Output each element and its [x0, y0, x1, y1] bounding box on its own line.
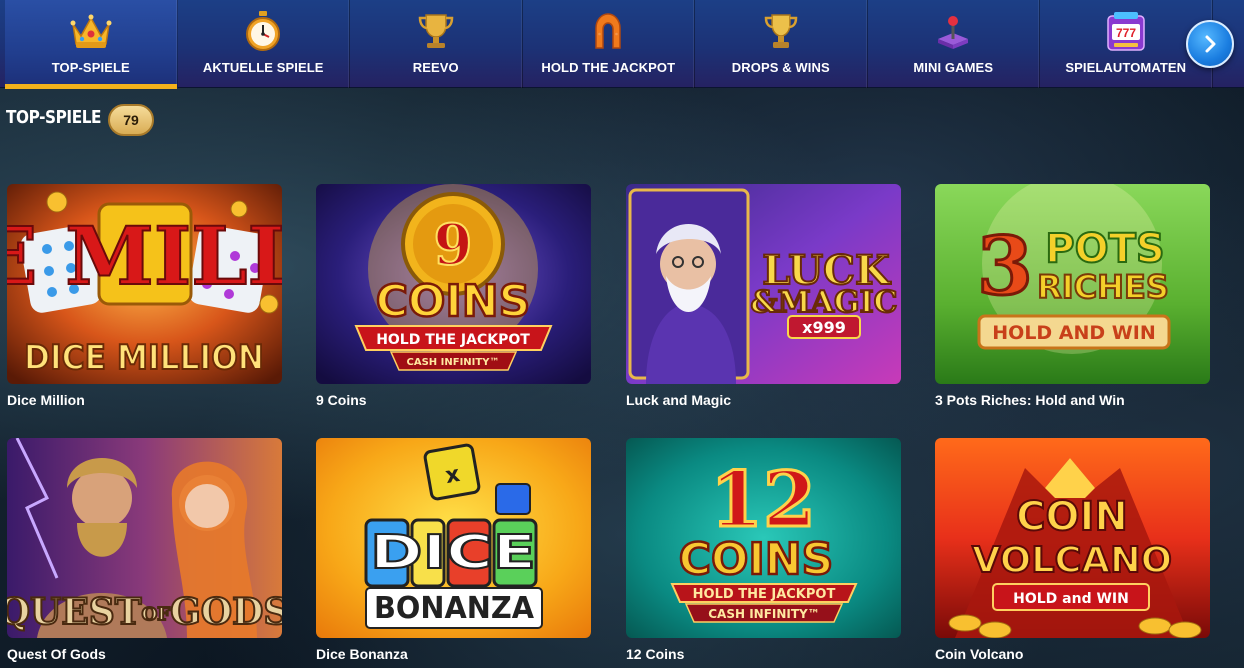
art-text: CASH INFINITY™: [407, 357, 500, 368]
game-title[interactable]: 3 Pots Riches: Hold and Win: [935, 392, 1210, 408]
art-text: HOLD and WIN: [1013, 591, 1129, 607]
nav-label: DROPS & WINS: [731, 60, 830, 75]
art-text: DICE MILLION: [7, 209, 282, 303]
nav-label: TOP-SPIELE: [51, 60, 130, 75]
art-text: RICHES: [1037, 268, 1169, 306]
game-title[interactable]: Dice Million: [7, 392, 282, 408]
art-text: VOLCANO: [972, 540, 1172, 581]
joystick-icon: [931, 10, 975, 52]
game-thumbnail[interactable]: QUESTOFGODS: [7, 438, 282, 638]
nav-next-button[interactable]: [1186, 20, 1234, 68]
game-card-9-coins[interactable]: 9 COINS HOLD THE JACKPOT CASH INFINITY™ …: [316, 184, 591, 408]
art-text: DICE: [370, 525, 536, 579]
game-card-dice-million[interactable]: DICE MILLION DICE MILLION Dice Million: [7, 184, 282, 408]
art-text: HOLD AND WIN: [992, 322, 1155, 344]
game-thumbnail[interactable]: LUCK &MAGIC x999: [626, 184, 901, 384]
art-text: COINS: [376, 276, 531, 327]
nav-item-top-spiele[interactable]: TOP-SPIELE: [5, 0, 178, 89]
nav-label: REEVO: [412, 60, 459, 75]
horseshoe-icon: [586, 10, 630, 52]
stopwatch-icon: [241, 10, 285, 52]
art-text: 12: [710, 455, 816, 544]
nav-item-mini-games[interactable]: MINI GAMES: [868, 0, 1040, 88]
art-text: 3: [977, 219, 1033, 313]
nav-item-reevo[interactable]: REEVO: [350, 0, 523, 88]
game-card-12-coins[interactable]: 12 COINS HOLD THE JACKPOT CASH INFINITY™…: [626, 438, 901, 662]
nav-item-drops-wins[interactable]: DROPS & WINS: [695, 0, 868, 88]
nav-label: AKTUELLE SPIELE: [202, 60, 324, 75]
section-title: TOP-SPIELE: [6, 107, 102, 128]
game-card-luck-and-magic[interactable]: LUCK &MAGIC x999 Luck and Magic: [626, 184, 901, 408]
game-thumbnail[interactable]: x DICE BONANZA: [316, 438, 591, 638]
nav-label: MINI GAMES: [913, 60, 994, 75]
chevron-right-icon: [1205, 35, 1216, 53]
art-text: 9: [434, 212, 473, 278]
nav-label: HOLD THE JACKPOT: [541, 60, 676, 75]
slot-machine-icon: 777: [1104, 10, 1148, 52]
art-text: DICE MILLION: [24, 338, 264, 378]
game-thumbnail[interactable]: COIN VOLCANO HOLD and WIN: [935, 438, 1210, 638]
game-thumbnail[interactable]: 3 POTS RICHES HOLD AND WIN: [935, 184, 1210, 384]
game-thumbnail[interactable]: 9 COINS HOLD THE JACKPOT CASH INFINITY™: [316, 184, 591, 384]
game-title[interactable]: Dice Bonanza: [316, 646, 591, 662]
game-title[interactable]: 9 Coins: [316, 392, 591, 408]
game-thumbnail[interactable]: DICE MILLION DICE MILLION: [7, 184, 282, 384]
game-card-3-pots-riches[interactable]: 3 POTS RICHES HOLD AND WIN 3 Pots Riches…: [935, 184, 1210, 408]
trophy-icon: [414, 10, 458, 52]
art-text: COIN: [1016, 494, 1128, 540]
nav-item-hold-the-jackpot[interactable]: HOLD THE JACKPOT: [523, 0, 695, 88]
art-text: CASH INFINITY™: [708, 607, 820, 621]
trophy-cup-icon: [759, 10, 803, 52]
game-card-quest-of-gods[interactable]: QUESTOFGODS Quest Of Gods: [7, 438, 282, 662]
category-nav: TOP-SPIELE AKTUELLE SPIELE REEVO HOLD TH…: [0, 0, 1244, 89]
art-text: &MAGIC: [750, 285, 897, 320]
crown-icon: [69, 10, 113, 52]
game-card-dice-bonanza[interactable]: x DICE BONANZA Dice Bonanza: [316, 438, 591, 662]
game-count-badge: 79: [108, 104, 154, 136]
art-text: OF: [142, 604, 171, 625]
art-text: QUEST: [7, 591, 142, 633]
nav-label: SPIELAUTOMATEN: [1065, 60, 1187, 75]
game-title[interactable]: 12 Coins: [626, 646, 901, 662]
game-title[interactable]: Luck and Magic: [626, 392, 901, 408]
art-text: POTS: [1045, 226, 1164, 272]
game-card-coin-volcano[interactable]: COIN VOLCANO HOLD and WIN Coin Volcano: [935, 438, 1210, 662]
game-title[interactable]: Quest Of Gods: [7, 646, 282, 662]
nav-item-aktuelle-spiele[interactable]: AKTUELLE SPIELE: [178, 0, 350, 88]
art-text: BONANZA: [374, 591, 535, 626]
art-text: HOLD THE JACKPOT: [693, 587, 836, 602]
game-title[interactable]: Coin Volcano: [935, 646, 1210, 662]
art-text: HOLD THE JACKPOT: [376, 332, 530, 348]
art-text: x999: [802, 318, 846, 337]
art-text: COINS: [679, 534, 834, 585]
game-thumbnail[interactable]: 12 COINS HOLD THE JACKPOT CASH INFINITY™: [626, 438, 901, 638]
art-text: GODS: [170, 591, 282, 633]
svg-text:777: 777: [1116, 26, 1136, 40]
